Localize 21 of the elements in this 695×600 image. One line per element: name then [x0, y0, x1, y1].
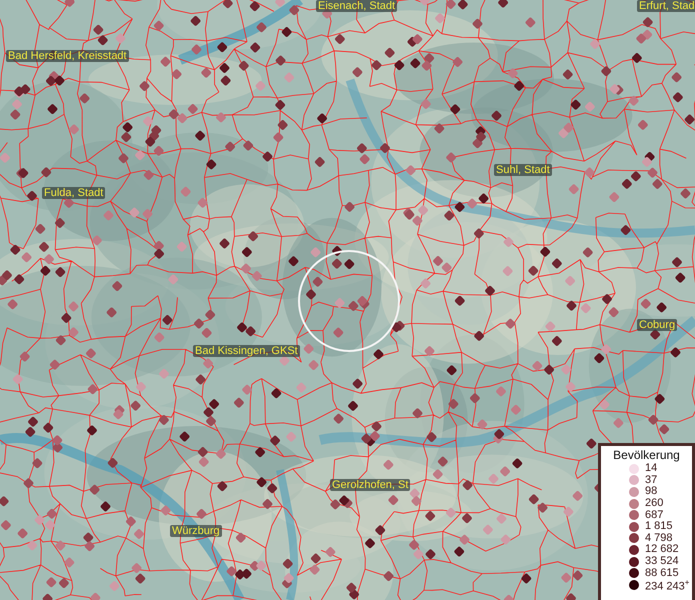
- legend-label: 88 615: [645, 568, 679, 579]
- legend-label: 37: [645, 474, 658, 486]
- legend-label: 234 243$^{+}$: [645, 576, 690, 593]
- place-label: Würzburg: [170, 525, 222, 537]
- legend-label: 260: [645, 498, 664, 510]
- legend-title: Bevölkerung: [612, 448, 681, 462]
- place-label: Fulda, Stadt: [42, 187, 106, 199]
- place-label: Bad Kissingen, GKSt: [193, 345, 300, 357]
- legend-label: 98: [645, 486, 658, 498]
- place-label: Coburg: [637, 319, 678, 331]
- legend-label: 4 798: [645, 532, 673, 544]
- place-label: Eisenach, Stadt: [316, 0, 398, 12]
- place-label: Suhl, Stadt: [494, 164, 552, 176]
- place-label: Gerolzhofen, St: [330, 479, 410, 491]
- place-label: Bad Hersfeld, Kreisstadt: [6, 50, 129, 62]
- legend-label: 33 524: [645, 556, 679, 568]
- legend-label: 687: [645, 510, 664, 521]
- legend-label: 12 682: [645, 544, 679, 556]
- legend-label: 1 815: [645, 521, 673, 532]
- place-label: Erfurt, Stad: [637, 0, 695, 12]
- legend-label: 14: [645, 463, 658, 474]
